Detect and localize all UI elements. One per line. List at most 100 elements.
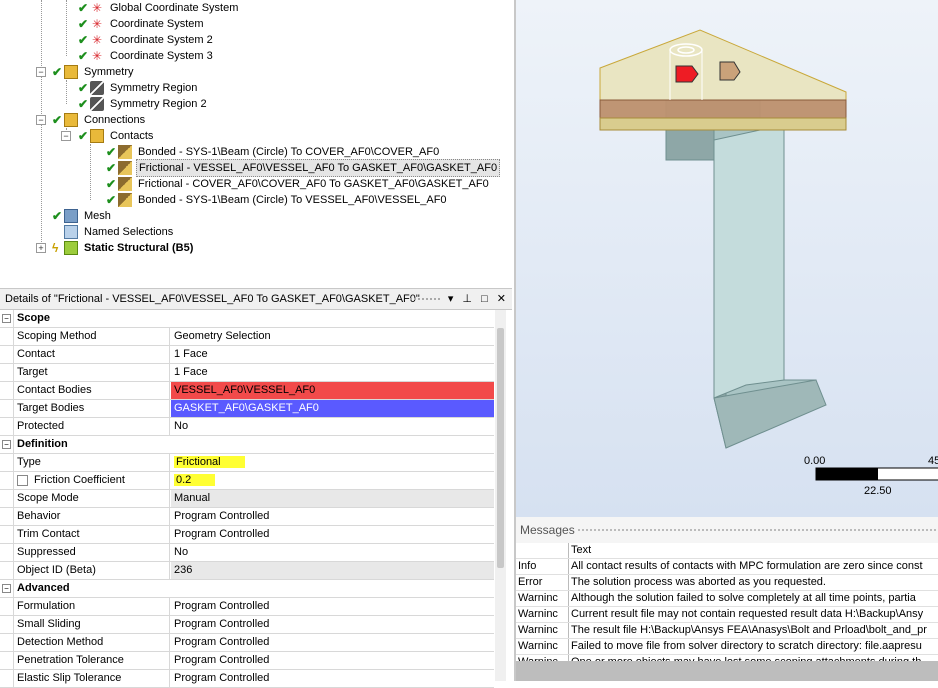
property-value[interactable]: Program Controlled [171,634,494,651]
check-icon: ✔ [106,145,117,159]
row-friction-coefficient[interactable]: Friction Coefficient 0.2 [0,472,494,490]
parameter-checkbox[interactable] [17,474,28,486]
message-type: Warninc [518,608,558,620]
row-elastic-slip-tolerance[interactable]: Elastic Slip Tolerance Program Controlle… [0,670,494,688]
row-small-sliding[interactable]: Small Sliding Program Controlled [0,616,494,634]
row-contact-bodies[interactable]: Contact Bodies VESSEL_AF0\VESSEL_AF0 [0,382,494,400]
tree-item-named-selections[interactable]: Named Selections [52,224,175,240]
property-value[interactable]: No [171,544,494,561]
row-target[interactable]: Target 1 Face [0,364,494,382]
pin-icon[interactable]: ⊥ [462,293,472,305]
section-definition[interactable]: − Definition [0,436,494,454]
row-suppressed[interactable]: Suppressed No [0,544,494,562]
row-target-bodies[interactable]: Target Bodies GASKET_AF0\GASKET_AF0 [0,400,494,418]
property-value[interactable]: No [171,418,494,435]
tree-item-symmetry[interactable]: ✔ Symmetry [52,64,136,80]
property-value[interactable]: Program Controlled [171,616,494,633]
row-scoping-method[interactable]: Scoping Method Geometry Selection [0,328,494,346]
details-scrollbar-thumb[interactable] [497,328,504,568]
property-label: Detection Method [13,634,170,651]
message-row[interactable]: Warninc Failed to move file from solver … [516,639,938,655]
message-row[interactable]: Warninc Although the solution failed to … [516,591,938,607]
messages-scrollbar[interactable] [516,661,938,681]
coordinate-system-icon: ✳ [91,17,103,31]
row-behavior[interactable]: Behavior Program Controlled [0,508,494,526]
property-value[interactable]: 1 Face [171,346,494,363]
row-scope-mode[interactable]: Scope Mode Manual [0,490,494,508]
tree-item-mesh[interactable]: ✔ Mesh [52,208,113,224]
section-label: Scope [17,312,51,324]
property-value[interactable]: 0.2 [171,472,494,489]
graphics-viewport[interactable]: 0.00 45 22.50 [514,0,938,517]
expand-toggle[interactable]: + [36,243,46,253]
message-text: The result file H:\Backup\Ansys FEA\Anas… [568,623,938,638]
tree-item-global-coordinate-system[interactable]: ✔ ✳ Global Coordinate System [78,0,240,16]
collapse-toggle[interactable]: − [2,440,11,449]
property-value[interactable]: Program Controlled [171,598,494,615]
row-type[interactable]: Type Frictional [0,454,494,472]
row-protected[interactable]: Protected No [0,418,494,436]
collapse-toggle[interactable]: − [36,67,46,77]
message-row[interactable]: Warninc The result file H:\Backup\Ansys … [516,623,938,639]
message-text: The solution process was aborted as you … [568,575,938,590]
collapse-toggle[interactable]: − [61,131,71,141]
connections-folder-icon [64,113,78,127]
tree-item-label: Static Structural (B5) [84,242,194,254]
tree-item-coordinate-system-2[interactable]: ✔ ✳ Coordinate System 2 [78,32,215,48]
dropdown-icon[interactable]: ▾ [448,293,454,305]
property-value[interactable]: 1 Face [171,364,494,381]
property-value[interactable]: Program Controlled [171,670,494,687]
tree-item-connections[interactable]: ✔ Connections [52,112,147,128]
collapse-toggle[interactable]: − [2,314,11,323]
section-scope[interactable]: − Scope [0,310,494,328]
property-value[interactable]: Program Controlled [171,508,494,525]
close-icon[interactable]: ✕ [497,293,506,305]
tree-item-label: Bonded - SYS-1\Beam (Circle) To VESSEL_A… [138,194,447,206]
property-value[interactable]: Frictional [171,454,494,471]
column-header-text[interactable]: Text [568,543,938,558]
tree-line [66,80,67,104]
tree-item-contacts[interactable]: ✔ Contacts [78,128,155,144]
model-geometry: 0.00 45 22.50 [599,29,938,497]
tree-item-contact-bonded-cover[interactable]: ✔ Bonded - SYS-1\Beam (Circle) To COVER_… [106,144,441,160]
collapse-toggle[interactable]: − [36,115,46,125]
tree-item-contact-frictional-vessel[interactable]: ✔ Frictional - VESSEL_AF0\VESSEL_AF0 To … [106,159,501,177]
property-label-text: Friction Coefficient [34,474,125,486]
row-detection-method[interactable]: Detection Method Program Controlled [0,634,494,652]
contact-region-icon [118,177,132,191]
message-row[interactable]: Info All contact results of contacts wit… [516,559,938,575]
coordinate-system-icon: ✳ [91,1,103,15]
maximize-icon[interactable]: □ [481,293,488,305]
row-object-id[interactable]: Object ID (Beta) 236 [0,562,494,580]
property-value[interactable]: VESSEL_AF0\VESSEL_AF0 [171,382,494,399]
property-label: Target Bodies [13,400,170,417]
property-value[interactable]: Program Controlled [171,652,494,669]
tree-item-label: Global Coordinate System [110,2,239,14]
message-type: Warninc [518,592,558,604]
section-advanced[interactable]: − Advanced [0,580,494,598]
message-row[interactable]: Error The solution process was aborted a… [516,575,938,591]
tree-item-contact-bonded-vessel[interactable]: ✔ Bonded - SYS-1\Beam (Circle) To VESSEL… [106,192,449,208]
collapse-toggle[interactable]: − [2,584,11,593]
tree-item-label: Coordinate System [110,18,204,30]
tree-item-coordinate-system-3[interactable]: ✔ ✳ Coordinate System 3 [78,48,215,64]
tree-item-symmetry-region[interactable]: ✔ Symmetry Region [78,80,199,96]
lightning-icon: ϟ [52,241,59,255]
tree-item-label: Coordinate System 2 [110,34,213,46]
named-selections-icon [64,225,78,239]
static-structural-icon [64,241,78,255]
row-penetration-tolerance[interactable]: Penetration Tolerance Program Controlled [0,652,494,670]
tree-item-contact-frictional-cover[interactable]: ✔ Frictional - COVER_AF0\COVER_AF0 To GA… [106,176,491,192]
row-contact[interactable]: Contact 1 Face [0,346,494,364]
tree-item-coordinate-system[interactable]: ✔ ✳ Coordinate System [78,16,206,32]
tree-item-static-structural[interactable]: ϟ Static Structural (B5) [52,240,195,256]
property-label: Suppressed [13,544,170,561]
tree-item-symmetry-region-2[interactable]: ✔ Symmetry Region 2 [78,96,209,112]
gasket-body[interactable] [599,117,847,131]
property-value[interactable]: Program Controlled [171,526,494,543]
message-row[interactable]: Warninc Current result file may not cont… [516,607,938,623]
property-value[interactable]: GASKET_AF0\GASKET_AF0 [171,400,494,417]
property-value[interactable]: Geometry Selection [171,328,494,345]
row-formulation[interactable]: Formulation Program Controlled [0,598,494,616]
row-trim-contact[interactable]: Trim Contact Program Controlled [0,526,494,544]
